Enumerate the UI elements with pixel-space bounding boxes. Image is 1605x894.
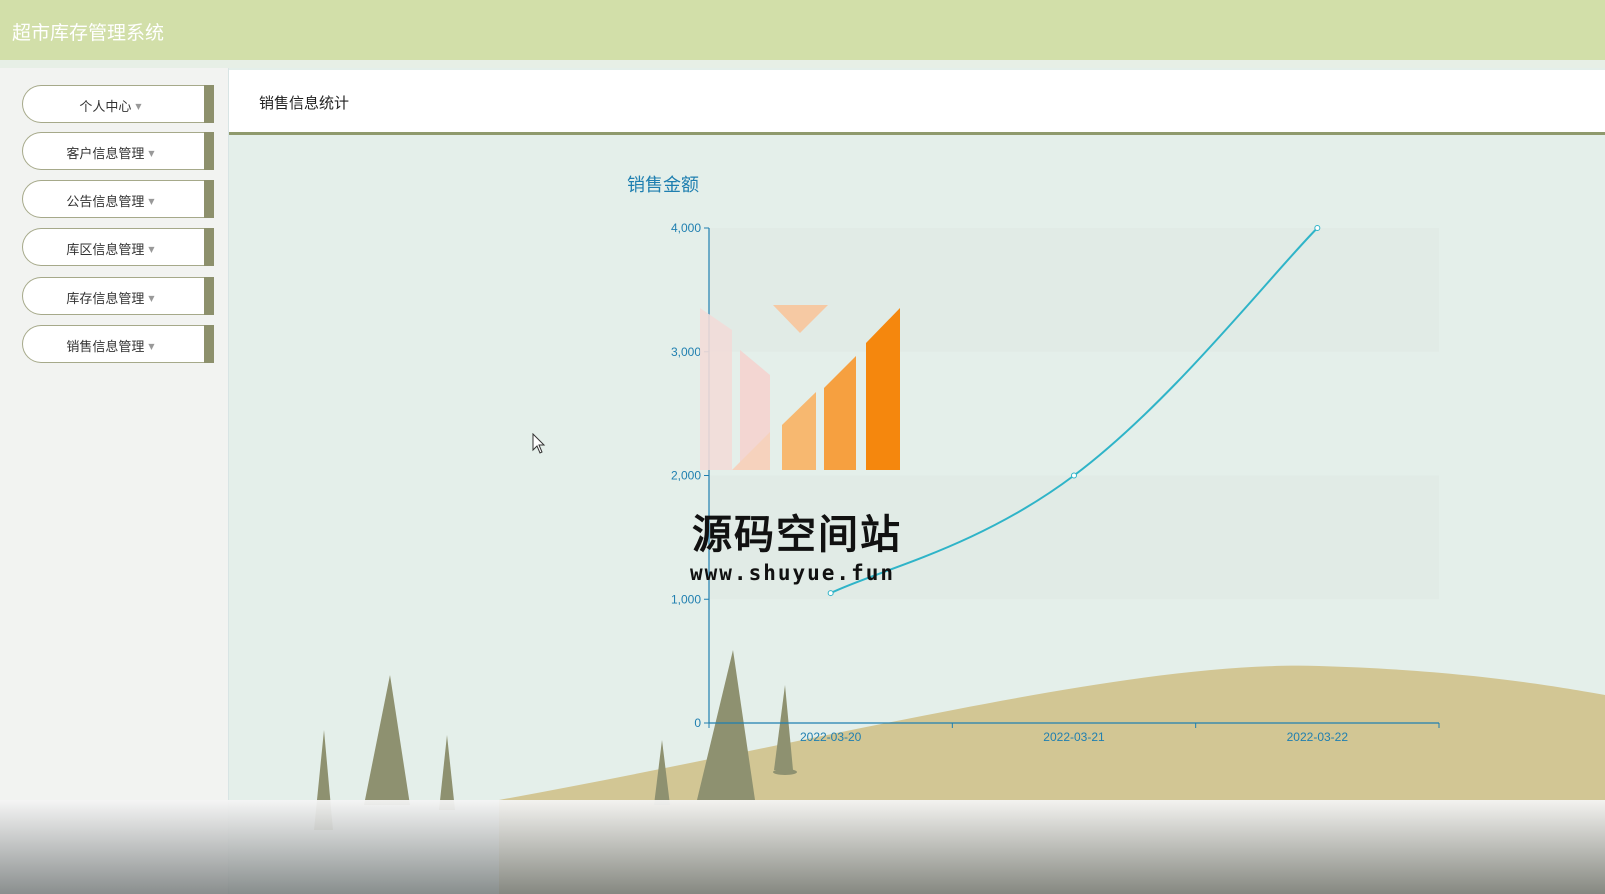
sidebar-item-label: 客户信息管理 ▼ [66,147,155,162]
page-title: 销售信息统计 [259,94,350,112]
sidebar-item-sales[interactable]: 销售信息管理 ▼ [22,325,214,363]
sidebar-item-label: 销售信息管理 ▼ [66,340,155,355]
sidebar: 个人中心 ▼ 客户信息管理 ▼ 公告信息管理 ▼ 库区信息管理 ▼ 库存信息管理 ▼ 销售… [0,68,229,894]
top-bar: 超市库存管理系统 [0,0,1605,60]
sidebar-item-marker [204,325,214,363]
data-point [1071,472,1077,479]
app-title: 超市库存管理系统 [12,22,165,44]
sidebar-item-warehouse-zone[interactable]: 库区信息管理 ▼ [22,228,214,266]
logo-bar [824,356,856,470]
y-tick-label: 0 [694,716,701,730]
sidebar-item-inventory[interactable]: 库存信息管理 ▼ [22,277,214,315]
logo-bar [866,308,900,470]
watermark-name: 源码空间站 [692,512,902,558]
sidebar-item-marker [204,180,214,218]
caret-down-icon: ▼ [148,294,155,303]
sidebar-item-announcement[interactable]: 公告信息管理 ▼ [22,180,214,218]
data-point [827,590,834,597]
logo-bar [700,308,732,470]
caret-down-icon: ▼ [148,197,155,206]
chart-title: 销售金额 [627,175,699,195]
caret-down-icon: ▼ [148,149,155,158]
y-tick-label: 1,000 [671,592,701,606]
x-tick-label: 2022-03-22 [1287,730,1349,744]
watermark-url: www.shuyue.fun [690,561,896,585]
data-point [1314,225,1321,231]
sidebar-item-label: 公告信息管理 ▼ [66,195,155,210]
caret-down-icon: ▼ [135,102,142,111]
logo-chevron [773,305,828,333]
sidebar-item-marker [204,85,214,123]
caret-down-icon: ▼ [148,342,155,351]
sidebar-item-label: 库区信息管理 ▼ [66,243,155,258]
top-bar-divider [0,60,1605,68]
y-tick-label: 4,000 [671,221,701,235]
sidebar-item-label: 库存信息管理 ▼ [66,292,155,307]
sidebar-item-marker [204,277,214,315]
x-tick-label: 2022-03-21 [1043,730,1105,744]
sidebar-item-marker [204,228,214,266]
sidebar-item-marker [204,132,214,170]
page: 超市库存管理系统 个人中心 ▼ 客户信息管理 ▼ 公告信息管理 ▼ 库区信息管理 ▼ 库… [0,0,1605,894]
content-header: 销售信息统计 [229,70,1605,135]
logo-bar [782,392,816,470]
sidebar-item-personal-center[interactable]: 个人中心 ▼ [22,85,214,123]
caret-down-icon: ▼ [148,245,155,254]
bottom-overlay [0,800,1605,894]
mouse-cursor-icon [532,433,546,454]
sidebar-item-customer[interactable]: 客户信息管理 ▼ [22,132,214,170]
sidebar-item-label: 个人中心 ▼ [79,100,142,115]
x-tick-label: 2022-03-20 [800,730,862,744]
chart-x-ticks: 2022-03-20 2022-03-21 2022-03-22 [708,723,1440,744]
